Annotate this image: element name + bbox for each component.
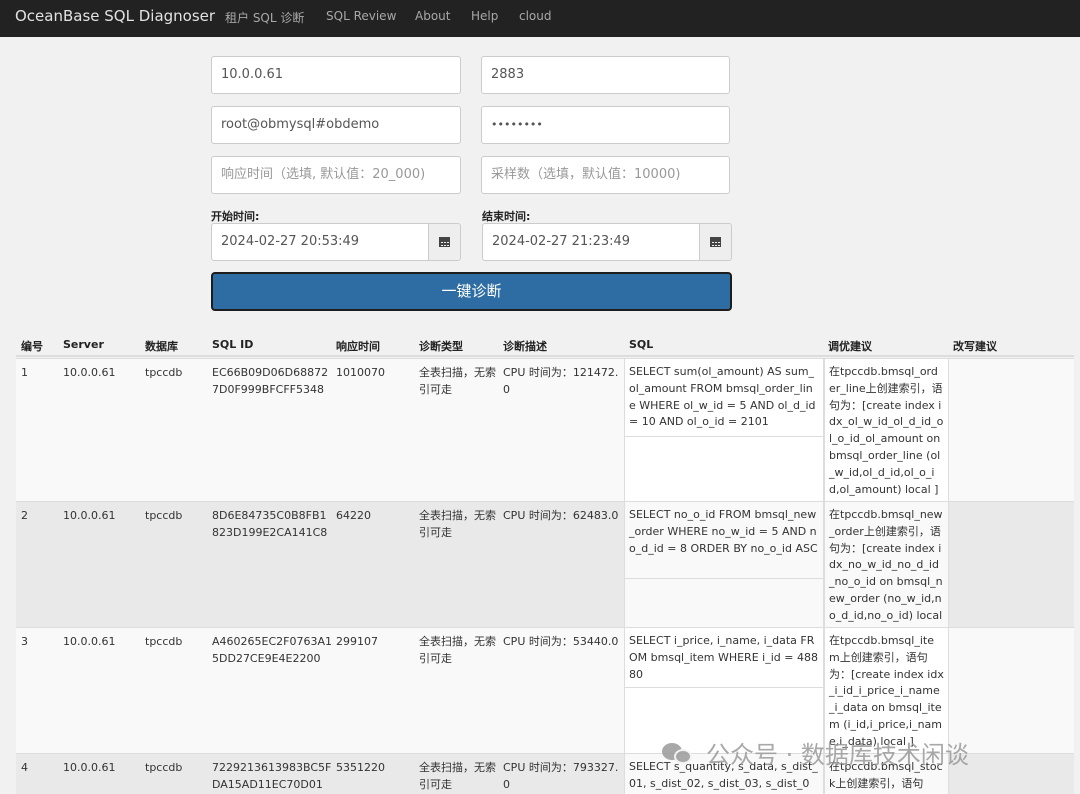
row-diag-type: 全表扫描，无索引可走 [419, 366, 496, 396]
diagnose-button[interactable]: 一键诊断 [211, 272, 732, 311]
row-sql-id: 7229213613983BC5FDA15AD11EC70D01 [212, 761, 332, 791]
row-advice: 在tpccdb.bmsql_new_order上创建索引，语句为：[create… [824, 502, 949, 639]
host-input[interactable]: 10.0.0.61 [211, 56, 461, 94]
row-no: 2 [21, 509, 28, 522]
row-database: tpccdb [145, 635, 183, 648]
row-no: 4 [21, 761, 28, 774]
wechat-icon [660, 740, 696, 766]
row-diag-type: 全表扫描，无索引可走 [419, 635, 496, 665]
row-server: 10.0.0.61 [63, 366, 116, 379]
row-response-time: 1010070 [336, 366, 385, 379]
row-sql-text: SELECT sum(ol_amount) AS sum_ol_amount F… [629, 365, 816, 429]
row-server: 10.0.0.61 [63, 509, 116, 522]
sql-divider [625, 578, 823, 579]
row-diag-type: 全表扫描，无索引可走 [419, 509, 496, 539]
nav-cloud[interactable]: cloud [519, 9, 552, 23]
password-input[interactable]: •••••••• [481, 106, 730, 144]
row-sql-id: A460265EC2F0763A15DD27CE9E4E2200 [212, 635, 332, 665]
table-row: 1 10.0.0.61 tpccdb EC66B09D06D688727D0F9… [16, 358, 1074, 502]
calendar-icon [439, 237, 450, 247]
end-time-input[interactable]: 2024-02-27 21:23:49 [482, 223, 700, 261]
row-response-time: 5351220 [336, 761, 385, 774]
row-sql-text: SELECT i_price, i_name, i_data FROM bmsq… [629, 634, 818, 681]
start-time-input[interactable]: 2024-02-27 20:53:49 [211, 223, 429, 261]
port-input[interactable]: 2883 [481, 56, 730, 94]
row-response-time: 299107 [336, 635, 378, 648]
row-database: tpccdb [145, 509, 183, 522]
table-header: 编号 Server 数据库 SQL ID 响应时间 诊断类型 诊断描述 SQL … [16, 331, 1074, 357]
col-diag-desc: 诊断描述 [503, 340, 547, 353]
nav-tenant-sql-diagnose[interactable]: 租户 SQL 诊断 [225, 9, 304, 26]
row-diag-desc: CPU 时间为：62483.0 [503, 509, 619, 522]
row-no: 3 [21, 635, 28, 648]
start-calendar-button[interactable] [428, 223, 461, 261]
row-no: 1 [21, 366, 28, 379]
table-row: 2 10.0.0.61 tpccdb 8D6E84735C0B8FB1823D1… [16, 501, 1074, 639]
row-diag-desc: CPU 时间为：121472.0 [503, 366, 619, 396]
start-time-label: 开始时间: [211, 210, 260, 223]
col-database: 数据库 [145, 340, 178, 353]
col-sql: SQL [629, 338, 654, 351]
row-diag-desc: CPU 时间为：53440.0 [503, 635, 619, 648]
row-sql-id: EC66B09D06D688727D0F999BFCFF5348 [212, 366, 329, 396]
wechat-watermark: 公众号 · 数据库技术闲谈 [660, 735, 969, 770]
nav-about[interactable]: About [415, 9, 450, 23]
row-response-time: 64220 [336, 509, 371, 522]
col-advice: 调优建议 [828, 340, 872, 353]
row-database: tpccdb [145, 366, 183, 379]
row-diag-desc: CPU 时间为：793327.0 [503, 761, 619, 791]
navbar: OceanBase SQL Diagnoser 租户 SQL 诊断 SQL Re… [0, 0, 1080, 37]
col-sql-id: SQL ID [212, 338, 254, 351]
response-time-input[interactable]: 响应时间（选填, 默认值：20_000) [211, 156, 461, 194]
user-input[interactable]: root@obmysql#obdemo [211, 106, 461, 144]
row-sql: SELECT no_o_id FROM bmsql_new_order WHER… [624, 502, 824, 628]
brand-title[interactable]: OceanBase SQL Diagnoser [15, 7, 215, 25]
sql-divider [625, 687, 823, 688]
row-database: tpccdb [145, 761, 183, 774]
end-calendar-button[interactable] [699, 223, 732, 261]
col-rewrite: 改写建议 [953, 340, 997, 353]
row-sql-id: 8D6E84735C0B8FB1823D199E2CA141C8 [212, 509, 328, 539]
row-server: 10.0.0.61 [63, 635, 116, 648]
col-server: Server [63, 338, 104, 351]
row-advice: 在tpccdb.bmsql_order_line上创建索引，语句为：[creat… [824, 359, 949, 502]
col-no: 编号 [21, 340, 43, 353]
sql-divider [625, 436, 823, 437]
calendar-icon [710, 237, 721, 247]
row-sql-text: SELECT no_o_id FROM bmsql_new_order WHER… [629, 508, 818, 555]
row-diag-type: 全表扫描，无索引可走 [419, 761, 496, 791]
col-diag-type: 诊断类型 [419, 340, 463, 353]
watermark-text: 公众号 · 数据库技术闲谈 [706, 741, 969, 769]
end-time-label: 结束时间: [482, 210, 531, 223]
sample-count-input[interactable]: 采样数（选填，默认值：10000) [481, 156, 730, 194]
row-server: 10.0.0.61 [63, 761, 116, 774]
col-response-time: 响应时间 [336, 340, 380, 353]
nav-sql-review[interactable]: SQL Review [326, 9, 396, 23]
row-sql: SELECT sum(ol_amount) AS sum_ol_amount F… [624, 359, 824, 502]
nav-help[interactable]: Help [471, 9, 498, 23]
